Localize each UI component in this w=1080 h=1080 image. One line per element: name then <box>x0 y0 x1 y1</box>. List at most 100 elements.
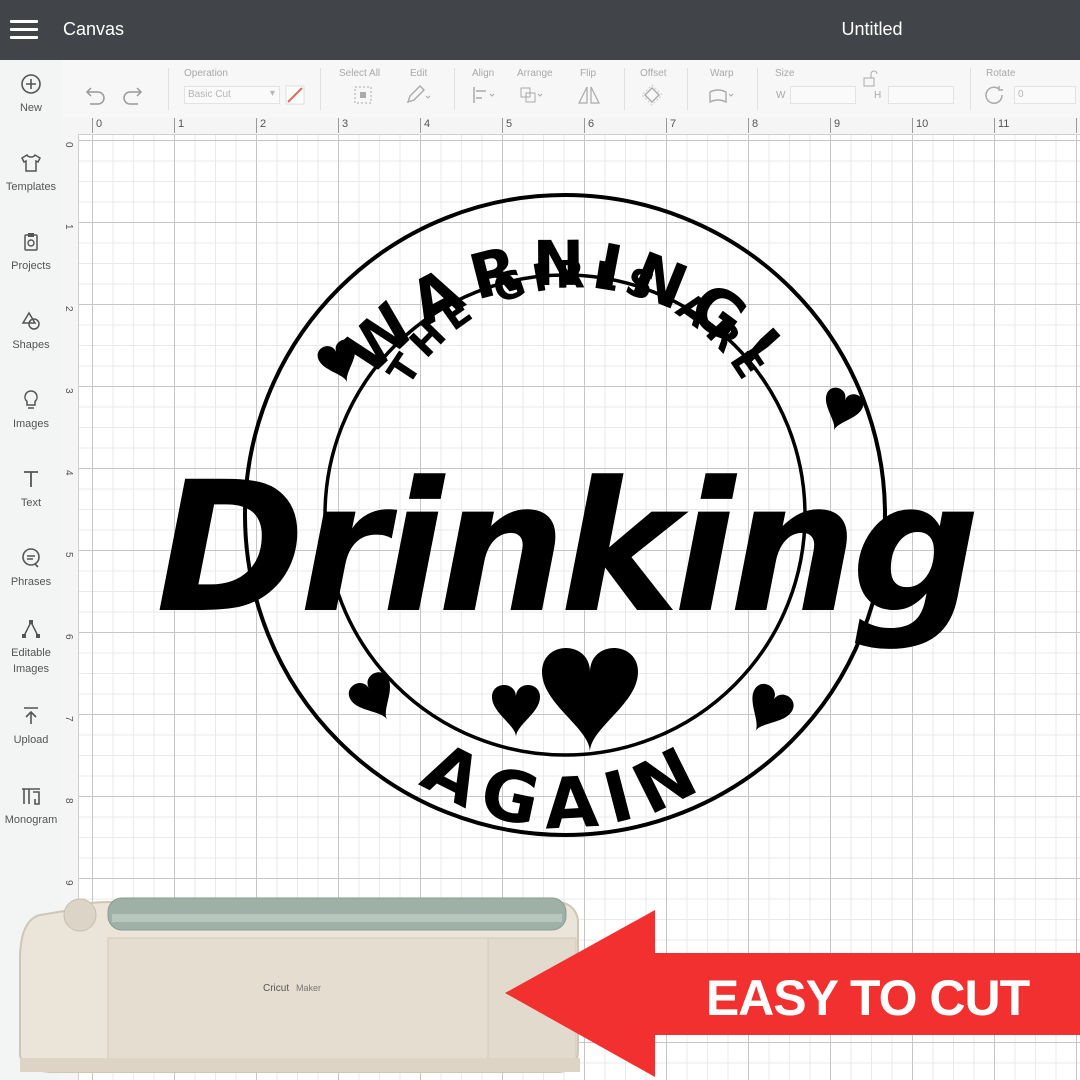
ruler-tick: 6 <box>584 118 594 133</box>
align-icon[interactable] <box>470 84 498 106</box>
sidebar-item-images[interactable]: Images <box>0 388 62 432</box>
ruler-tick: 2 <box>63 306 74 312</box>
chevron-down-icon: ▾ <box>269 88 275 99</box>
sidebar-label: Editable Images <box>11 647 51 675</box>
ruler-tick: 3 <box>63 388 74 394</box>
arrange-label: Arrange <box>517 68 553 79</box>
heart-icon <box>492 685 540 737</box>
sidebar-item-editable-images[interactable]: Editable Images <box>0 617 62 677</box>
ruler-tick: 0 <box>63 142 74 148</box>
bottom-arc-text: AGAIN <box>410 726 720 846</box>
sidebar-label: Phrases <box>10 576 52 588</box>
sidebar-item-new[interactable]: New <box>0 72 62 116</box>
ruler-tick: 7 <box>63 716 74 722</box>
ruler-tick: 9 <box>830 118 840 133</box>
ruler-tick: 1 <box>174 118 184 133</box>
ruler-tick: 5 <box>63 552 74 558</box>
arrange-icon[interactable] <box>517 84 545 106</box>
heart-icon <box>825 387 864 431</box>
sidebar-label: Projects <box>11 260 51 272</box>
brand-label: Cricut <box>263 983 289 994</box>
sidebar-label: Text <box>20 497 42 509</box>
heart-icon <box>752 684 794 732</box>
warning-design[interactable]: WARNING! THE GIRLS ARE AGAIN Drinking <box>150 180 980 880</box>
operation-label: Operation <box>184 68 228 79</box>
ruler-tick: 1 <box>63 224 74 230</box>
editable-image-icon <box>22 620 40 638</box>
width-input[interactable] <box>790 86 856 104</box>
warp-icon[interactable] <box>707 84 735 106</box>
warp-label: Warp <box>710 68 734 79</box>
redo-icon[interactable] <box>120 84 148 106</box>
offset-label: Offset <box>640 68 667 79</box>
top-header-bar: Canvas Untitled <box>0 0 1080 60</box>
rotate-input[interactable]: 0 <box>1014 86 1076 104</box>
select-all-label: Select All <box>339 68 381 79</box>
model-label: Maker <box>296 983 321 993</box>
ruler-tick: 10 <box>912 118 928 133</box>
clipboard-icon <box>24 233 38 251</box>
operation-value: Basic Cut <box>188 89 231 100</box>
sidebar-item-phrases[interactable]: Phrases <box>0 546 62 590</box>
main-script-text: Drinking <box>156 444 975 653</box>
upload-icon <box>24 707 38 724</box>
pen-color-icon[interactable] <box>282 84 310 106</box>
offset-icon[interactable] <box>640 84 668 106</box>
ruler-tick: 4 <box>420 118 430 133</box>
lightbulb-icon <box>24 390 38 409</box>
sidebar-item-monogram[interactable]: Monogram <box>0 784 62 828</box>
sidebar-label: New <box>19 102 42 114</box>
horizontal-ruler: 0123456789101112 <box>62 118 1080 135</box>
edit-toolbar: Operation Basic Cut ▾ Select All Edit Al… <box>62 60 1080 119</box>
rotate-icon[interactable] <box>982 84 1010 106</box>
ruler-tick: 2 <box>256 118 266 133</box>
ruler-tick: 6 <box>63 634 74 640</box>
operation-select[interactable]: Basic Cut ▾ <box>184 86 280 104</box>
ruler-tick: 5 <box>502 118 512 133</box>
edit-label: Edit <box>410 68 428 79</box>
flip-icon[interactable] <box>575 84 603 106</box>
size-label: Size <box>775 68 795 79</box>
app-title: Canvas <box>63 19 125 39</box>
ruler-tick: 7 <box>666 118 676 133</box>
sidebar-label: Shapes <box>12 339 50 351</box>
sidebar-item-templates[interactable]: Templates <box>0 151 62 195</box>
width-label: W <box>776 90 786 101</box>
monogram-icon <box>22 788 40 805</box>
sidebar-label: Templates <box>5 181 57 193</box>
ruler-tick: 4 <box>63 470 74 476</box>
text-t-icon <box>24 471 38 487</box>
heart-icon <box>348 672 390 720</box>
ruler-tick: 12 <box>1076 118 1080 133</box>
easy-to-cut-badge: EASY TO CUT <box>705 970 1030 1026</box>
plus-circle-icon <box>21 74 41 94</box>
rotate-value: 0 <box>1018 89 1024 100</box>
hamburger-menu-icon[interactable] <box>10 20 38 40</box>
lock-icon[interactable] <box>858 68 886 90</box>
sidebar-item-projects[interactable]: Projects <box>0 230 62 274</box>
sidebar-item-shapes[interactable]: Shapes <box>0 309 62 353</box>
rotate-label: Rotate <box>986 68 1016 79</box>
sidebar-label: Upload <box>13 734 49 746</box>
select-all-icon[interactable] <box>350 84 378 106</box>
align-label: Align <box>472 68 495 79</box>
ruler-tick: 11 <box>994 118 1009 133</box>
ruler-tick: 8 <box>63 798 74 804</box>
tshirt-icon <box>21 153 41 172</box>
speech-bubble-icon <box>22 548 40 568</box>
heart-icon <box>542 648 638 752</box>
ruler-tick: 3 <box>338 118 348 133</box>
height-label: H <box>874 90 882 101</box>
edit-pencil-icon[interactable] <box>404 84 432 106</box>
undo-icon[interactable] <box>80 84 108 106</box>
sidebar-label: Monogram <box>4 814 58 826</box>
sidebar-item-upload[interactable]: Upload <box>0 704 62 748</box>
shapes-icon <box>21 311 40 330</box>
sidebar-label: Images <box>12 418 50 430</box>
sidebar-item-text[interactable]: Text <box>0 467 62 511</box>
document-title[interactable]: Untitled <box>812 19 932 40</box>
height-input[interactable] <box>888 86 954 104</box>
ruler-tick: 8 <box>748 118 758 133</box>
ruler-tick: 0 <box>92 118 102 133</box>
flip-label: Flip <box>580 68 597 79</box>
